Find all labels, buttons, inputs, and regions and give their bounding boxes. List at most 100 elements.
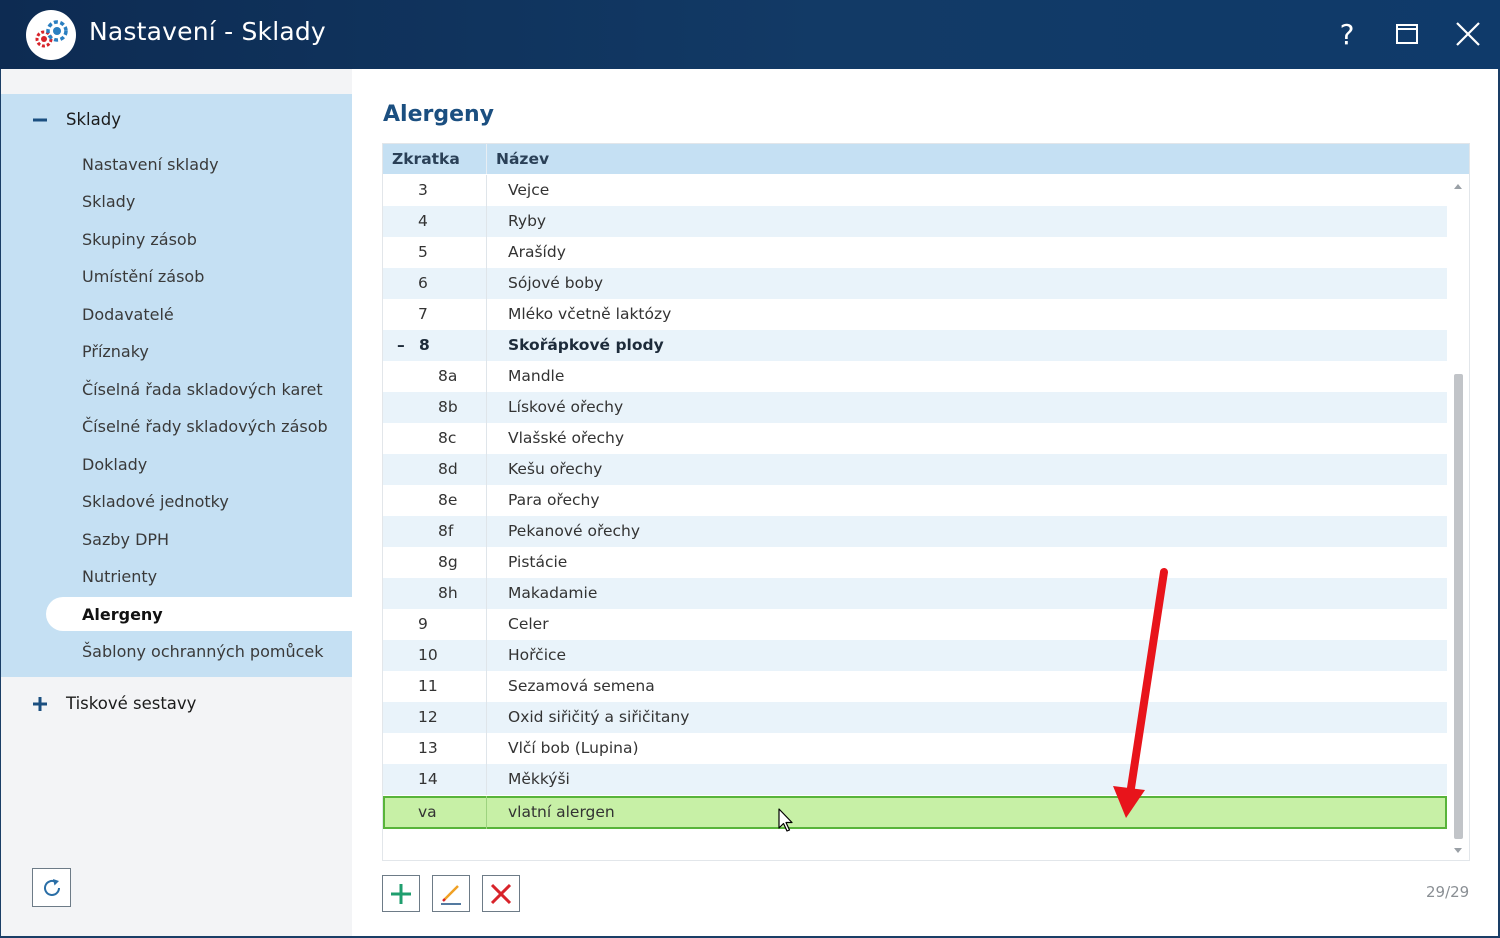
sidebar-group-header-sklady[interactable]: Sklady (1, 99, 352, 139)
plus-icon[interactable] (31, 695, 49, 713)
table-row[interactable]: 11 Sezamová semena (383, 671, 1447, 702)
delete-button[interactable] (482, 875, 520, 912)
sidebar-item-label: Příznaky (82, 341, 149, 361)
table-row[interactable]: 10 Hořčice (383, 640, 1447, 671)
cell-code: 12 (383, 702, 487, 733)
table-row[interactable]: 8c Vlašské ořechy (383, 423, 1447, 454)
scrollbar-thumb[interactable] (1454, 374, 1463, 839)
cell-code: 8f (383, 516, 487, 547)
scroll-down-icon[interactable] (1454, 848, 1462, 853)
minus-icon[interactable] (31, 111, 49, 129)
cell-name: vlatní alergen (508, 803, 615, 821)
table-row[interactable]: 12 Oxid siřičitý a siřičitany (383, 702, 1447, 733)
sidebar-item-label: Umístění zásob (82, 266, 205, 286)
maximize-icon (1396, 24, 1418, 44)
table-row[interactable]: 7 Mléko včetně laktózy (383, 299, 1447, 330)
table-row[interactable]: 4 Ryby (383, 206, 1447, 237)
table-row[interactable]: 8h Makadamie (383, 578, 1447, 609)
cell-name: Arašídy (508, 243, 566, 261)
cell-code: va (383, 796, 487, 829)
sidebar-item-alergeny[interactable]: Alergeny (46, 597, 352, 631)
add-button[interactable] (382, 875, 420, 912)
table-row-group[interactable]: –8 Skořápkové plody (383, 330, 1447, 361)
cell-code: 8g (383, 547, 487, 578)
main-panel: Alergeny Zkratka Název 3 Vejce 4 Ryby 5 Ara… (352, 69, 1500, 938)
cell-code: 13 (383, 733, 487, 764)
cell-code: 5 (383, 237, 487, 268)
cell-name: Vlčí bob (Lupina) (508, 739, 639, 757)
vertical-scrollbar[interactable] (1449, 175, 1469, 860)
table-row[interactable]: 13 Vlčí bob (Lupina) (383, 733, 1447, 764)
collapse-toggle[interactable]: – (397, 330, 419, 361)
refresh-button[interactable] (32, 868, 71, 907)
table-row[interactable]: 3 Vejce (383, 175, 1447, 206)
table-row[interactable]: 8g Pistácie (383, 547, 1447, 578)
sidebar-item-label: Nutrienty (82, 566, 158, 586)
cell-code: 8e (383, 485, 487, 516)
refresh-icon (43, 878, 60, 896)
column-header-zkratka[interactable]: Zkratka (383, 144, 487, 174)
cell-name: Ryby (508, 212, 547, 230)
table-row[interactable]: 6 Sójové boby (383, 268, 1447, 299)
cell-code: 11 (383, 671, 487, 702)
table-row[interactable]: 9 Celer (383, 609, 1447, 640)
close-icon (1456, 22, 1480, 46)
sidebar-item-sklady[interactable]: Sklady (46, 184, 352, 218)
sidebar-item-umisteni-zasob[interactable]: Umístění zásob (46, 259, 352, 293)
table-row-selected[interactable]: va vlatní alergen (383, 796, 1447, 829)
cell-code: 8c (383, 423, 487, 454)
sidebar-item-label: Skladové jednotky (82, 491, 229, 511)
cell-code: 8d (383, 454, 487, 485)
sidebar-item-label: Šablony ochranných pomůcek (82, 641, 324, 661)
sidebar-group-header-tiskove-sestavy[interactable]: Tiskové sestavy (1, 683, 352, 723)
sidebar-item-label: Dodavatelé (82, 304, 174, 324)
sidebar-item-sazby-dph[interactable]: Sazby DPH (46, 522, 352, 556)
sidebar-item-priznaky[interactable]: Příznaky (46, 334, 352, 368)
cell-name: Pistácie (508, 553, 568, 571)
table-row[interactable]: 8a Mandle (383, 361, 1447, 392)
cell-code: 14 (383, 764, 487, 795)
table-row[interactable]: 8d Kešu ořechy (383, 454, 1447, 485)
title-bar: Nastavení - Sklady ? (0, 0, 1500, 69)
cell-code: 4 (383, 206, 487, 237)
cell-name: Para ořechy (508, 491, 600, 509)
sidebar-item-ciselna-rada-karet[interactable]: Číselná řada skladových karet (46, 372, 352, 406)
close-button[interactable] (1448, 14, 1488, 54)
cell-name: Skořápkové plody (508, 336, 664, 354)
cell-code: 8h (383, 578, 487, 609)
edit-button[interactable] (432, 875, 470, 912)
cell-name: Sezamová semena (508, 677, 655, 695)
cell-code: 7 (383, 299, 487, 330)
cell-name: Makadamie (508, 584, 598, 602)
sidebar-item-dodavatele[interactable]: Dodavatelé (46, 297, 352, 331)
table-row[interactable]: 8e Para ořechy (383, 485, 1447, 516)
grid-header: Zkratka Název (383, 144, 1469, 174)
sidebar-item-nastaveni-sklady[interactable]: Nastavení sklady (46, 147, 352, 181)
scroll-up-icon[interactable] (1454, 184, 1462, 189)
sidebar-item-skupiny-zasob[interactable]: Skupiny zásob (46, 222, 352, 256)
sidebar-item-label: Doklady (82, 454, 148, 474)
cell-code: 8b (383, 392, 487, 423)
cell-name: Lískové ořechy (508, 398, 624, 416)
cell-name: Sójové boby (508, 274, 604, 292)
table-row[interactable]: 8f Pekanové ořechy (383, 516, 1447, 547)
maximize-button[interactable] (1387, 14, 1427, 54)
cell-code: 6 (383, 268, 487, 299)
sidebar-item-skladove-jednotky[interactable]: Skladové jednotky (46, 484, 352, 518)
table-row[interactable]: 5 Arašídy (383, 237, 1447, 268)
record-counter: 29/29 (1426, 883, 1470, 901)
sidebar-item-sablony-pomucek[interactable]: Šablony ochranných pomůcek (46, 634, 352, 668)
sidebar-item-label: Sklady (82, 191, 136, 211)
table-row[interactable]: 14 Měkkýši (383, 764, 1447, 795)
cell-code-group: –8 (383, 330, 487, 361)
cell-code: 10 (383, 640, 487, 671)
sidebar-item-nutrienty[interactable]: Nutrienty (46, 559, 352, 593)
sidebar-item-ciselne-rady-zasob[interactable]: Číselné řady skladových zásob (46, 409, 352, 443)
column-header-nazev[interactable]: Název (496, 144, 1436, 174)
table-row[interactable]: 8b Lískové ořechy (383, 392, 1447, 423)
sidebar-item-label: Číselné řady skladových zásob (82, 416, 328, 436)
help-button[interactable]: ? (1327, 14, 1367, 54)
cell-name: Vejce (508, 181, 550, 199)
sidebar-item-doklady[interactable]: Doklady (46, 447, 352, 481)
cell-name: Mandle (508, 367, 565, 385)
